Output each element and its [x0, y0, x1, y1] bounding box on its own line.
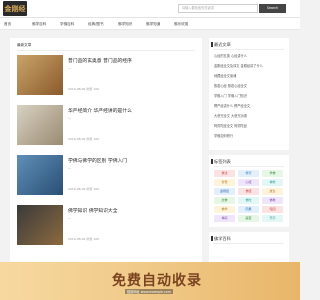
tag-item[interactable]: 禅修 — [262, 179, 283, 186]
sidebar-recent-item[interactable]: 大悲咒全文 大悲咒功德 — [214, 113, 286, 118]
tag-item[interactable]: 佛法 — [214, 170, 235, 177]
sidebar-recent-item[interactable]: 金刚经全文及译文 金刚经讲了什么 — [214, 63, 286, 68]
divider — [214, 49, 284, 50]
article-item[interactable]: 华严经简介 华严经讲的是什么 ... 2019-08-09 浏览 100 — [17, 105, 197, 155]
tag-item[interactable]: 禅宗 — [214, 215, 235, 222]
main-content: 最新文章 普门品的玄奥意 普门品的经序 ... 2019-08-09 浏览 10… — [10, 38, 202, 300]
tag-item[interactable]: 修行 — [238, 170, 259, 177]
sidebar-recent-item[interactable]: 楞严经讲什么 楞严经全文 — [214, 103, 286, 108]
sidebar-recent-title: 最近文章 — [211, 42, 231, 47]
tag-item[interactable]: 学佛 — [262, 170, 283, 177]
tag-item[interactable]: 心经 — [238, 179, 259, 186]
tag-item[interactable]: 佛学 — [214, 206, 235, 213]
divider — [214, 243, 284, 244]
sidebar-recent-item[interactable]: 学佛入门 学佛入门知识 — [214, 93, 286, 98]
banner-subtext: 链接网址 www.example.com — [125, 289, 173, 294]
article-thumbnail[interactable] — [17, 105, 63, 145]
nav-item-knowledge[interactable]: 佛学知识 — [118, 18, 132, 30]
article-summary: ... — [68, 216, 72, 220]
tag-item[interactable]: 放生 — [262, 188, 283, 195]
nav-item-encyclopedia[interactable]: 佛学百科 — [32, 18, 46, 30]
article-meta: 2019-08-09 浏览 100 — [68, 87, 100, 91]
tag-item[interactable]: 智慧 — [214, 179, 235, 186]
tag-item[interactable]: 金刚经 — [214, 188, 235, 195]
tag-item[interactable]: 佛经 — [238, 188, 259, 195]
sidebar-recent-item[interactable]: 般若心经 般若心经全文 — [214, 83, 286, 88]
article-meta: 2019-08-09 浏览 100 — [68, 187, 100, 191]
sidebar-recent-item[interactable]: 地藏经全文读诵 — [214, 73, 286, 78]
article-meta: 2019-08-09 浏览 100 — [68, 137, 100, 141]
sidebar-category-title: 佛学百科 — [211, 236, 231, 241]
tag-item[interactable]: 念佛 — [214, 197, 235, 204]
nav-item-qa[interactable]: 佛学知道 — [146, 18, 160, 30]
article-summary: ... — [68, 116, 72, 120]
sidebar-recent-item[interactable]: 阿弥陀经全文 阿弥陀经 — [214, 123, 286, 128]
search-button[interactable]: Search — [259, 4, 286, 13]
article-item[interactable]: 普门品的玄奥意 普门品的经序 ... 2019-08-09 浏览 100 — [17, 55, 197, 105]
divider — [214, 166, 284, 167]
article-title[interactable]: 普门品的玄奥意 普门品的经序 — [68, 57, 132, 64]
site-header: 金刚经 请输入要检索的关键词 Search — [0, 0, 300, 18]
article-thumbnail[interactable] — [17, 155, 63, 195]
sidebar-tags: 标签列表 佛法 修行 学佛 智慧 心经 禅修 金刚经 佛经 放生 念佛 佛陀 佛… — [209, 155, 289, 227]
article-title[interactable]: 华严经简介 华严经讲的是什么 — [68, 107, 132, 114]
site-logo[interactable]: 金刚经 — [3, 1, 27, 16]
section-title: 最新文章 — [17, 43, 32, 47]
search-input[interactable]: 请输入要检索的关键词 — [178, 4, 258, 13]
banner-headline[interactable]: 免费自动收录 — [112, 270, 202, 290]
article-thumbnail[interactable] — [17, 55, 63, 95]
article-summary: ... — [68, 166, 72, 170]
article-thumbnail[interactable] — [17, 205, 63, 245]
article-summary: ... — [68, 66, 72, 70]
tag-item[interactable]: 开示 — [262, 215, 283, 222]
nav-item-books[interactable]: 经典/图书 — [88, 18, 104, 30]
sidebar-recent-item[interactable]: 心经的玄奥 心经讲什么 — [214, 53, 286, 58]
main-nav: 首页 佛学百科 学佛百科 经典/图书 佛学知识 佛学知道 佛乐欣赏 — [0, 18, 300, 30]
nav-item-home[interactable]: 首页 — [4, 18, 11, 30]
sidebar-recent: 最近文章 心经的玄奥 心经讲什么 金刚经全文及译文 金刚经讲了什么 地藏经全文读… — [209, 38, 289, 150]
tag-item[interactable]: 佛陀 — [238, 197, 259, 204]
sidebar-tags-title: 标签列表 — [211, 159, 231, 164]
nav-item-learning[interactable]: 学佛百科 — [60, 18, 74, 30]
tag-item[interactable]: 轮回 — [262, 206, 283, 213]
article-title[interactable]: 学佛与佛学的区别 学佛入门 — [68, 157, 127, 164]
sidebar-recent-item[interactable]: 学佛如何修行 — [214, 133, 286, 138]
nav-item-music[interactable]: 佛乐欣赏 — [174, 18, 188, 30]
article-title[interactable]: 佛学知识 佛学知识大全 — [68, 207, 118, 214]
sidebar-category: 佛学百科 — [209, 232, 289, 262]
tag-item[interactable]: 般若 — [238, 215, 259, 222]
article-item[interactable]: 佛学知识 佛学知识大全 ... 2019-08-09 浏览 100 — [17, 205, 197, 255]
article-meta: 2019-08-09 浏览 100 — [68, 237, 100, 241]
article-item[interactable]: 学佛与佛学的区别 学佛入门 ... 2019-08-09 浏览 100 — [17, 155, 197, 205]
tag-item[interactable]: 佛教 — [262, 197, 283, 204]
divider — [17, 50, 195, 51]
tag-item[interactable]: 因果 — [238, 206, 259, 213]
